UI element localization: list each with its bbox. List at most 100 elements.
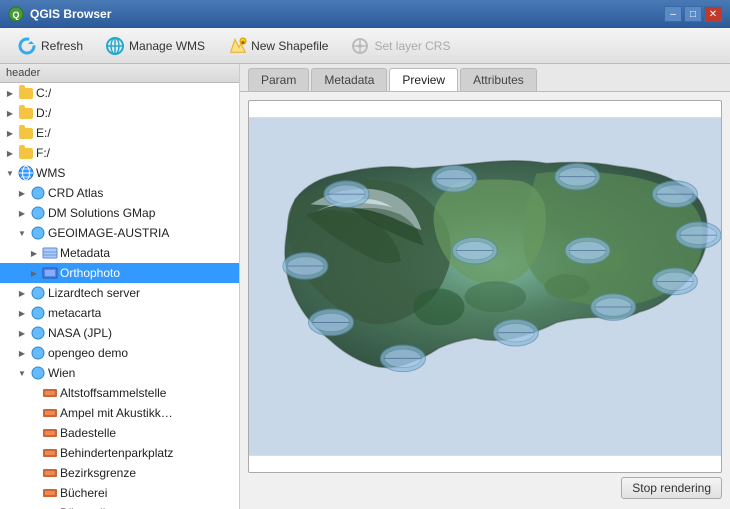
- tree-item-geoimage[interactable]: GEOIMAGE-AUSTRIA: [0, 223, 239, 243]
- app-icon: Q: [8, 6, 24, 22]
- tree-item-wien[interactable]: Wien: [0, 363, 239, 383]
- folder-icon-d: [18, 105, 34, 121]
- minimize-button[interactable]: –: [664, 6, 682, 22]
- tabs-bar: Param Metadata Preview Attributes: [240, 64, 730, 92]
- tab-param[interactable]: Param: [248, 68, 309, 91]
- wien-layer-icon-altstoff: [42, 385, 58, 401]
- tree-item-wms[interactable]: WMS: [0, 163, 239, 183]
- manage-wms-button[interactable]: Manage WMS: [96, 32, 214, 60]
- layer-icon-metadata: [42, 245, 58, 261]
- tree-item-bezirks[interactable]: Bezirksgrenze: [0, 463, 239, 483]
- tree-arrow-f: [4, 147, 16, 159]
- tree-label-lizard: Lizardtech server: [48, 286, 140, 300]
- tree-arrow-behinderten: [28, 447, 40, 459]
- tab-metadata[interactable]: Metadata: [311, 68, 387, 91]
- new-shapefile-label: New Shapefile: [251, 39, 328, 53]
- tree-label-wien: Wien: [48, 366, 75, 380]
- wien-layer-icon-buerger: [42, 505, 58, 509]
- tree-label-geoimage: GEOIMAGE-AUSTRIA: [48, 226, 169, 240]
- tree-item-behinderten[interactable]: Behindertenparkplatz: [0, 443, 239, 463]
- tree-arrow-badestelle: [28, 427, 40, 439]
- wien-layer-icon-buecherei: [42, 485, 58, 501]
- tab-attributes[interactable]: Attributes: [460, 68, 537, 91]
- close-button[interactable]: ✕: [704, 6, 722, 22]
- tree-label-c: C:/: [36, 86, 51, 100]
- tree-label-e: E:/: [36, 126, 51, 140]
- set-crs-icon: [350, 36, 370, 56]
- sidebar-tree[interactable]: C:/ D:/ E:/: [0, 83, 239, 509]
- wms-server-icon-crd: [30, 185, 46, 201]
- tree-label-bezirks: Bezirksgrenze: [60, 466, 136, 480]
- tree-item-e[interactable]: E:/: [0, 123, 239, 143]
- set-layer-crs-label: Set layer CRS: [374, 39, 450, 53]
- tree-arrow-d: [4, 107, 16, 119]
- manage-wms-icon: [105, 36, 125, 56]
- maximize-button[interactable]: □: [684, 6, 702, 22]
- stop-rendering-row: Stop rendering: [248, 473, 722, 501]
- set-layer-crs-button[interactable]: Set layer CRS: [341, 32, 459, 60]
- layer-icon-orthophoto: [42, 265, 58, 281]
- tree-item-ampel[interactable]: Ampel mit Akustikk…: [0, 403, 239, 423]
- wien-layer-icon-badestelle: [42, 425, 58, 441]
- tree-label-badestelle: Badestelle: [60, 426, 116, 440]
- main-layout: header C:/ D:/: [0, 64, 730, 509]
- tree-item-badestelle[interactable]: Badestelle: [0, 423, 239, 443]
- tree-item-dm[interactable]: DM Solutions GMap: [0, 203, 239, 223]
- new-shapefile-button[interactable]: ★ New Shapefile: [218, 32, 337, 60]
- wms-server-icon-nasa: [30, 325, 46, 341]
- tree-item-altstoff[interactable]: Altstoffsammelstelle: [0, 383, 239, 403]
- tree-label-wms: WMS: [36, 166, 65, 180]
- tree-item-buecherei[interactable]: Bücherei: [0, 483, 239, 503]
- wien-layer-icon-bezirks: [42, 465, 58, 481]
- tab-preview[interactable]: Preview: [389, 68, 458, 91]
- wms-server-icon-opengeo: [30, 345, 46, 361]
- tree-arrow-metadata-sub: [28, 247, 40, 259]
- tree-arrow-bezirks: [28, 467, 40, 479]
- tree-arrow-orthophoto: [28, 267, 40, 279]
- tree-label-f: F:/: [36, 146, 50, 160]
- tree-arrow-nasa: [16, 327, 28, 339]
- folder-icon-f: [18, 145, 34, 161]
- tree-arrow-altstoff: [28, 387, 40, 399]
- wien-layer-icon-behinderten: [42, 445, 58, 461]
- tree-arrow-wien: [16, 367, 28, 379]
- tree-arrow-ampel: [28, 407, 40, 419]
- title-bar-left: Q QGIS Browser: [8, 6, 111, 22]
- tree-label-metadata-sub: Metadata: [60, 246, 110, 260]
- toolbar: Refresh Manage WMS ★ New Shapefile: [0, 28, 730, 64]
- tree-arrow-metacarta: [16, 307, 28, 319]
- refresh-button[interactable]: Refresh: [8, 32, 92, 60]
- wien-layer-icon-ampel: [42, 405, 58, 421]
- tree-item-c[interactable]: C:/: [0, 83, 239, 103]
- preview-frame: [248, 100, 722, 473]
- tree-item-f[interactable]: F:/: [0, 143, 239, 163]
- svg-text:Q: Q: [12, 10, 19, 20]
- wms-server-icon-wien: [30, 365, 46, 381]
- tree-label-d: D:/: [36, 106, 51, 120]
- tree-item-lizard[interactable]: Lizardtech server: [0, 283, 239, 303]
- tree-label-metacarta: metacarta: [48, 306, 101, 320]
- tree-item-nasa[interactable]: NASA (JPL): [0, 323, 239, 343]
- tree-arrow-c: [4, 87, 16, 99]
- tree-item-opengeo[interactable]: opengeo demo: [0, 343, 239, 363]
- tree-item-d[interactable]: D:/: [0, 103, 239, 123]
- sidebar: header C:/ D:/: [0, 64, 240, 509]
- manage-wms-label: Manage WMS: [129, 39, 205, 53]
- folder-icon-e: [18, 125, 34, 141]
- stop-rendering-button[interactable]: Stop rendering: [621, 477, 722, 499]
- refresh-label: Refresh: [41, 39, 83, 53]
- tree-arrow-lizard: [16, 287, 28, 299]
- wms-server-icon-dm: [30, 205, 46, 221]
- refresh-icon: [17, 36, 37, 56]
- wms-server-icon-lizard: [30, 285, 46, 301]
- tree-label-dm: DM Solutions GMap: [48, 206, 155, 220]
- tree-item-orthophoto[interactable]: Orthophoto: [0, 263, 239, 283]
- tree-item-buerger[interactable]: Bürgerdienst: [0, 503, 239, 509]
- tree-arrow-dm: [16, 207, 28, 219]
- wms-server-icon-geoimage: [30, 225, 46, 241]
- window-title: QGIS Browser: [30, 7, 111, 21]
- tree-arrow-e: [4, 127, 16, 139]
- tree-item-metadata-sub[interactable]: Metadata: [0, 243, 239, 263]
- tree-item-crd[interactable]: CRD Atlas: [0, 183, 239, 203]
- tree-item-metacarta[interactable]: metacarta: [0, 303, 239, 323]
